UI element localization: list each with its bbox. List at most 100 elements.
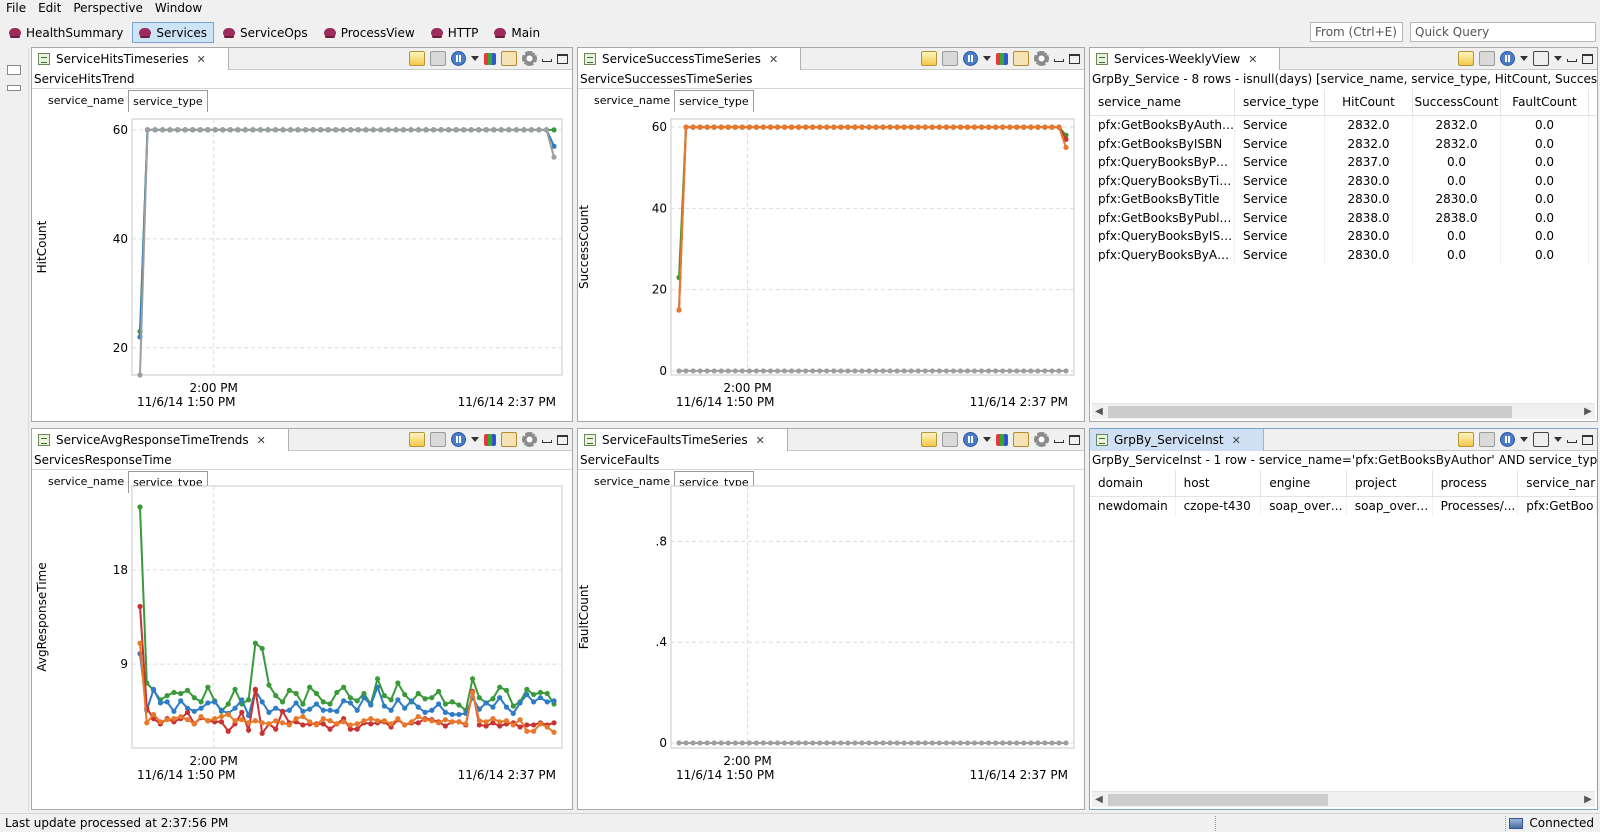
column-header[interactable]: project [1347, 470, 1433, 497]
scroll-thumb[interactable] [1108, 406, 1512, 418]
quick-query-input[interactable]: Quick Query [1410, 22, 1596, 42]
close-icon[interactable]: ✕ [1248, 53, 1257, 66]
table-row[interactable]: newdomain czope-t430 soap_over_... soap_ove… [1090, 497, 1597, 516]
minimize-icon[interactable] [1567, 59, 1577, 62]
maximize-icon[interactable] [1582, 434, 1593, 445]
chart-icon[interactable] [1533, 51, 1549, 66]
table-row[interactable]: pfx:GetBooksByAuthor Service 2832.0 2832.0 0… [1090, 116, 1597, 135]
menu-file[interactable]: File [0, 0, 32, 17]
data-point [205, 127, 211, 133]
status-bar: Last update processed at 2:37:56 PM Conn… [0, 813, 1600, 832]
data-point [1007, 368, 1013, 374]
column-header[interactable]: process [1433, 470, 1519, 497]
y-axis-label: SuccessCount [578, 205, 591, 289]
menu-window[interactable]: Window [149, 0, 208, 17]
perspective-serviceops[interactable]: ServiceOps [216, 22, 315, 43]
perspective-http[interactable]: HTTP [424, 22, 486, 43]
column-header[interactable]: host [1176, 470, 1262, 497]
column-header[interactable]: engine [1261, 470, 1347, 497]
data-point [915, 124, 921, 130]
table-row[interactable]: pfx:GetBooksByISBN Service 2832.0 2832.0 0.0 [1090, 134, 1597, 153]
perspective-services[interactable]: Services [132, 22, 215, 43]
table-row[interactable]: pfx:GetBooksByTitle Service 2830.0 2830.0 0.… [1090, 190, 1597, 209]
perspective-healthsummary[interactable]: HealthSummary [2, 22, 130, 43]
table-row[interactable]: pfx:QueryBooksByPubli... Service 2837.0 0.0… [1090, 153, 1597, 172]
data-point [320, 716, 326, 722]
chevron-down-icon[interactable] [1520, 437, 1528, 442]
plot-area [670, 485, 1075, 749]
data-point [300, 708, 306, 714]
data-point [739, 368, 745, 374]
x-tick-label: 2:00 PM [723, 754, 771, 768]
minimized-stack-icon[interactable] [7, 85, 21, 91]
data-point [327, 718, 333, 724]
tab-service-inst[interactable]: GrpBy_ServiceInst ✕ [1090, 429, 1264, 451]
data-point [1056, 124, 1062, 130]
menu-edit[interactable]: Edit [32, 0, 67, 17]
data-point [408, 127, 414, 133]
data-point [788, 368, 795, 374]
tab-weekly-view[interactable]: Services-WeeklyView ✕ [1090, 48, 1281, 70]
scroll-left-icon[interactable]: ◀ [1093, 793, 1105, 807]
data-point [690, 740, 696, 746]
data-point [859, 368, 865, 374]
data-point [683, 740, 689, 746]
menu-perspective[interactable]: Perspective [67, 0, 149, 17]
chevron-down-icon[interactable] [1520, 56, 1528, 61]
data-point [1021, 124, 1027, 130]
table-row[interactable]: pfx:QueryBooksByISBN Service 2830.0 0.0 0.0 [1090, 227, 1597, 246]
table-cell: 2832.0 [1413, 134, 1501, 153]
data-point [524, 691, 530, 698]
column-header[interactable]: service_name [1090, 89, 1235, 116]
data-point [395, 697, 401, 703]
column-header[interactable]: HitCount [1325, 89, 1413, 116]
horizontal-scrollbar[interactable]: ◀ ▶ [1092, 403, 1595, 419]
data-point [957, 124, 964, 130]
from-input[interactable]: From (Ctrl+E) [1310, 22, 1403, 42]
table-cell: soap_over_... [1261, 497, 1347, 516]
data-point [1035, 368, 1041, 374]
data-point [402, 705, 408, 711]
data-point [191, 721, 197, 727]
data-point [245, 720, 252, 726]
column-header[interactable]: service_type [1235, 89, 1325, 116]
perspective-main[interactable]: Main [487, 22, 547, 43]
table-row[interactable]: pfx:QueryBooksByAuthor Service 2830.0 0.0 0.… [1090, 245, 1597, 264]
scroll-right-icon[interactable]: ▶ [1582, 405, 1594, 419]
scroll-thumb[interactable] [1108, 794, 1328, 806]
perspective-processview[interactable]: ProcessView [317, 22, 422, 43]
data-point [774, 368, 781, 374]
save-icon[interactable] [1479, 51, 1495, 66]
edit-icon[interactable] [1458, 51, 1474, 66]
minimize-icon[interactable] [1567, 440, 1577, 443]
data-point [978, 368, 985, 374]
table-row[interactable]: pfx:QueryBooksByTitle Service 2830.0 0.0 0.0 [1090, 171, 1597, 190]
column-header[interactable]: domain [1090, 470, 1176, 497]
data-point [442, 709, 449, 715]
data-point [436, 701, 442, 707]
horizontal-scrollbar[interactable]: ◀ ▶ [1092, 791, 1595, 807]
column-header[interactable]: service_nar [1518, 470, 1597, 497]
data-point [803, 740, 809, 746]
table-cell: czope-t430 [1176, 497, 1262, 516]
scroll-right-icon[interactable]: ▶ [1582, 793, 1594, 807]
data-point [718, 740, 724, 746]
chart-icon[interactable] [1533, 432, 1549, 447]
pause-icon[interactable] [1500, 432, 1515, 447]
table-cell: Service [1235, 245, 1325, 264]
view-menu-icon[interactable] [1554, 56, 1562, 61]
view-menu-icon[interactable] [1554, 437, 1562, 442]
data-point [901, 124, 907, 130]
data-point [1063, 740, 1069, 746]
restore-icon[interactable] [7, 65, 21, 75]
column-header[interactable]: FaultCount [1501, 89, 1589, 116]
scroll-left-icon[interactable]: ◀ [1093, 405, 1105, 419]
edit-icon[interactable] [1458, 432, 1474, 447]
save-icon[interactable] [1479, 432, 1495, 447]
column-header[interactable]: SuccessCount [1413, 89, 1501, 116]
data-point [690, 368, 696, 374]
pause-icon[interactable] [1500, 51, 1515, 66]
table-row[interactable]: pfx:GetBooksByPublisher Service 2838.0 2838… [1090, 208, 1597, 227]
maximize-icon[interactable] [1582, 53, 1593, 64]
close-icon[interactable]: ✕ [1232, 434, 1241, 447]
